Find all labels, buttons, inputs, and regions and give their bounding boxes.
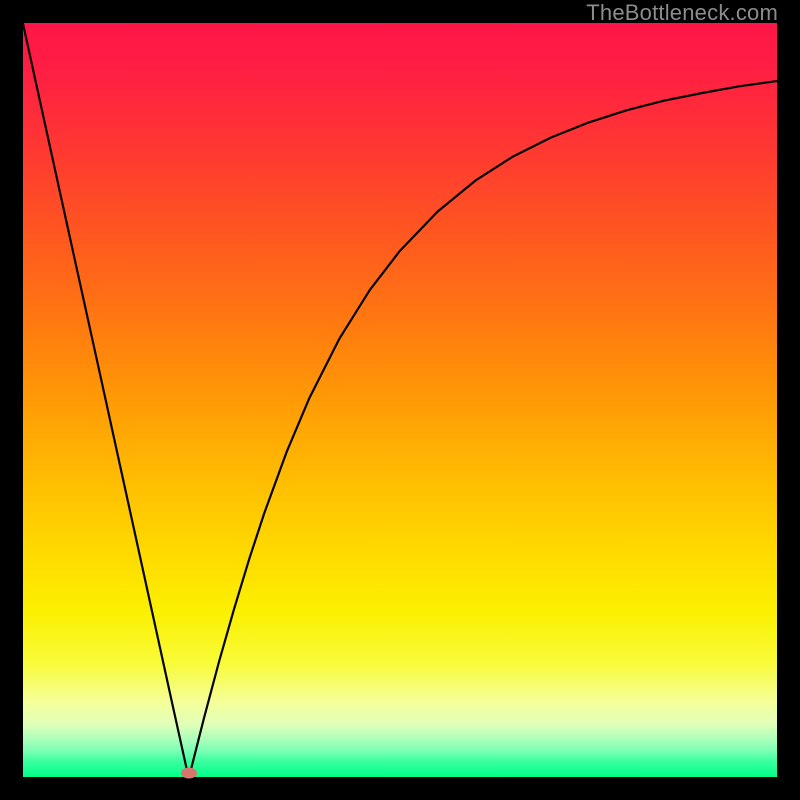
chart-frame: TheBottleneck.com	[0, 0, 800, 800]
watermark-label: TheBottleneck.com	[586, 0, 778, 26]
minimum-marker	[181, 768, 197, 779]
plot-area	[23, 23, 777, 777]
